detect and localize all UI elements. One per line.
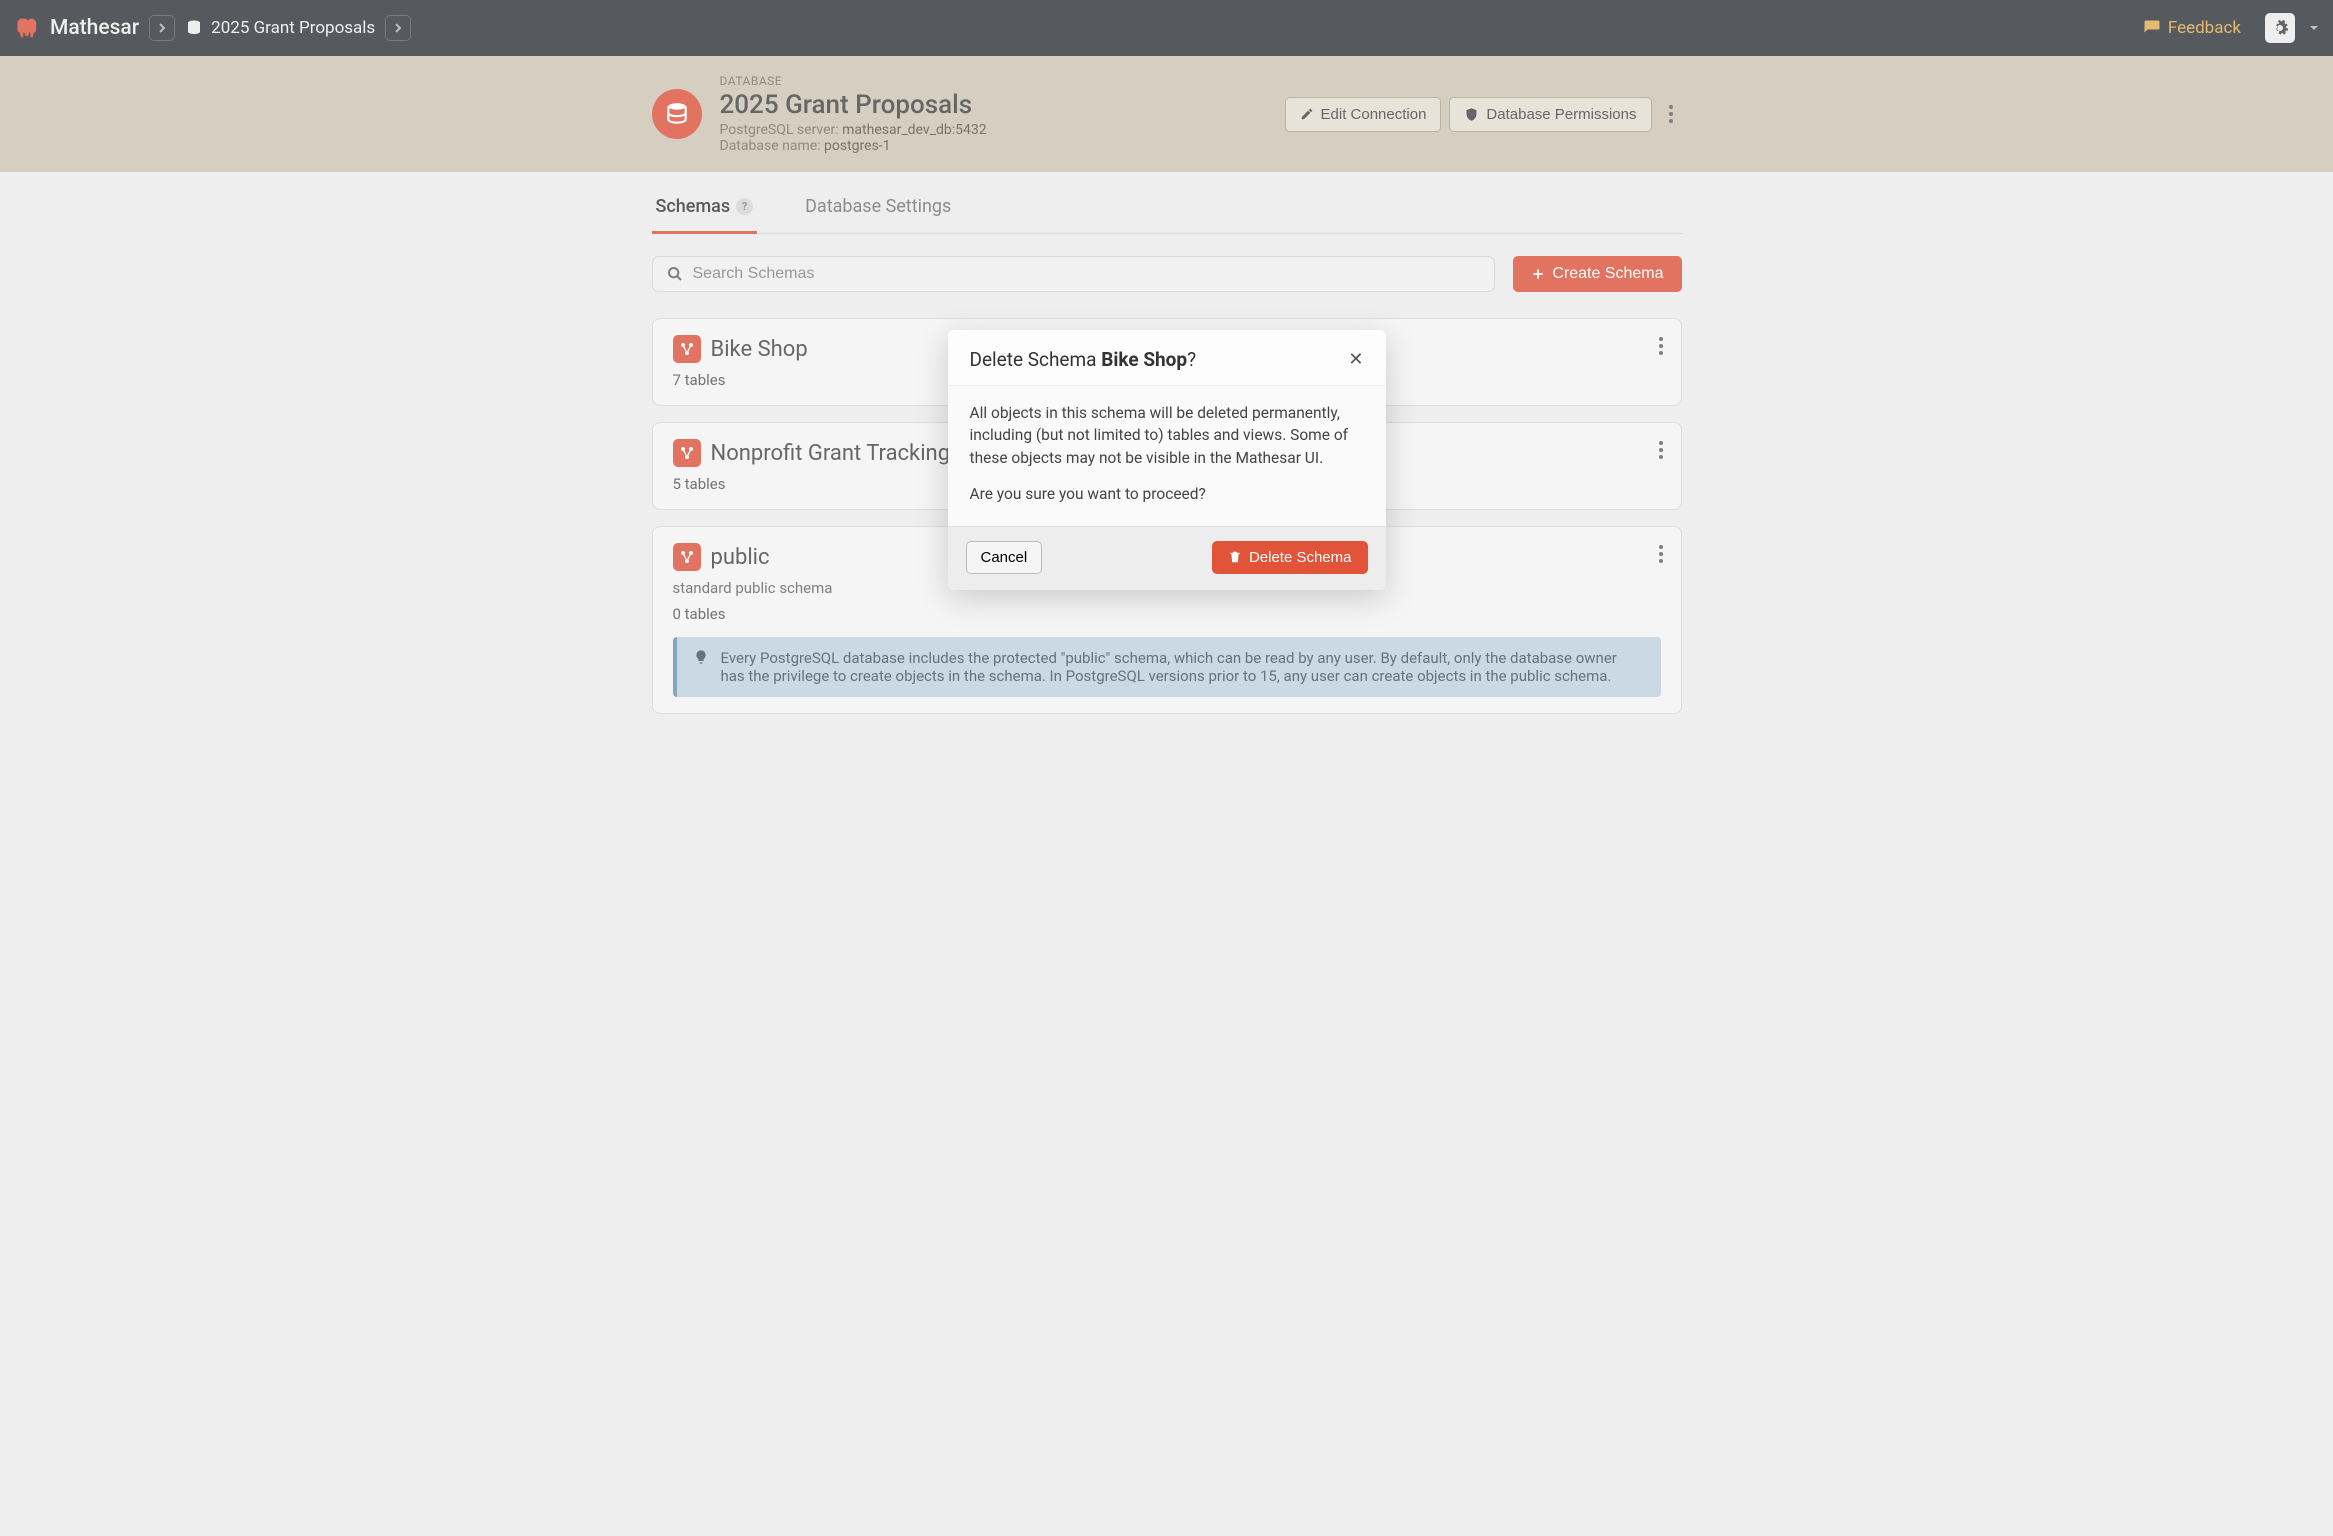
modal-overlay: Delete Schema Bike Shop? ✕ All objects i…	[0, 0, 2333, 1536]
trash-icon	[1228, 550, 1242, 564]
modal-title: Delete Schema Bike Shop?	[970, 348, 1197, 371]
modal-body: All objects in this schema will be delet…	[948, 386, 1386, 526]
cancel-button[interactable]: Cancel	[966, 541, 1043, 574]
delete-schema-button[interactable]: Delete Schema	[1212, 541, 1368, 574]
delete-schema-modal: Delete Schema Bike Shop? ✕ All objects i…	[948, 330, 1386, 590]
close-icon[interactable]: ✕	[1348, 349, 1363, 370]
